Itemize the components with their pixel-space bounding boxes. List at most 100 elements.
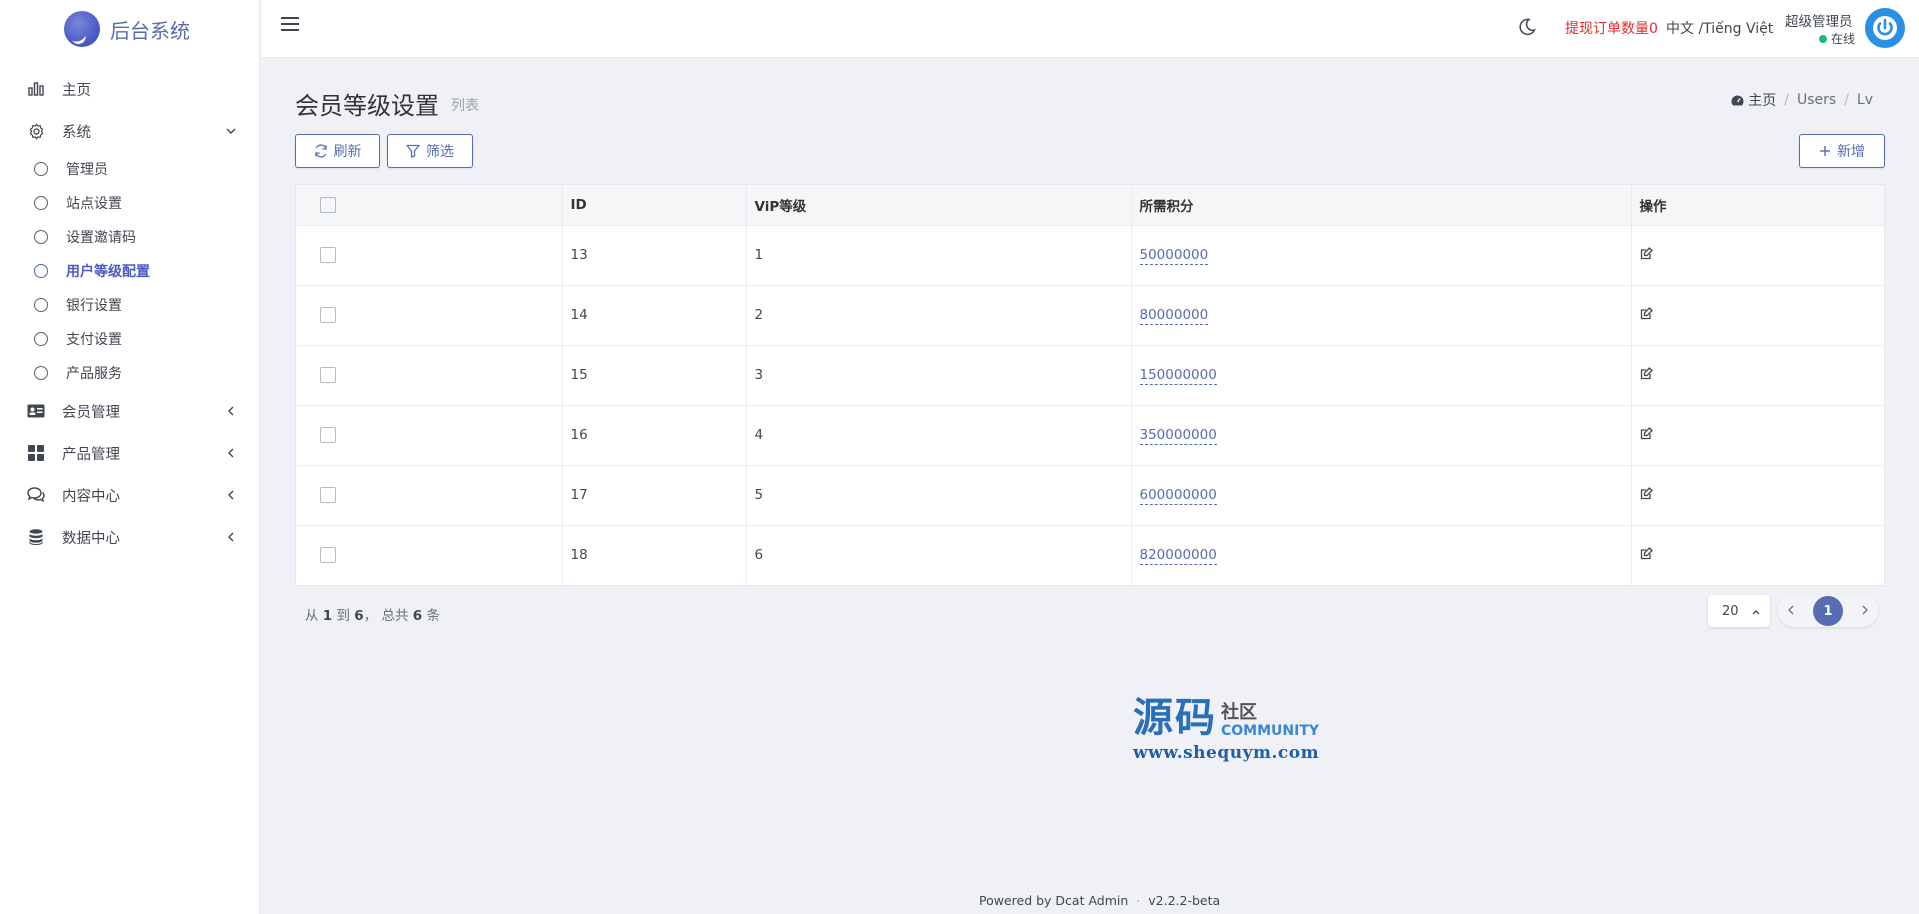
table-row[interactable]: 18 6 820000000 bbox=[296, 524, 1884, 585]
cell-id: 15 bbox=[562, 344, 747, 405]
select-all-cell bbox=[296, 185, 563, 225]
cell-id: 17 bbox=[562, 464, 747, 525]
cell-vip-level: 4 bbox=[746, 404, 1132, 465]
sidebar-subitem-payment[interactable]: 支付设置 bbox=[0, 322, 259, 356]
brand[interactable]: 后台系统 bbox=[0, 0, 259, 58]
edit-icon[interactable] bbox=[1640, 306, 1653, 324]
cell-vip-level: 5 bbox=[746, 464, 1132, 525]
row-checkbox[interactable] bbox=[320, 307, 336, 323]
dark-mode-icon[interactable] bbox=[1518, 18, 1536, 40]
table-footer: 从 1 到 6， 总共 6 条 20 1 bbox=[295, 595, 1885, 629]
gear-icon bbox=[26, 121, 46, 141]
data-table-container: ID ViP等级 所需积分 操作 13 1 50000000 14 2 80000000 1… bbox=[295, 184, 1885, 586]
cell-id: 13 bbox=[562, 224, 747, 285]
cell-id: 18 bbox=[562, 524, 747, 585]
circle-icon bbox=[34, 366, 48, 380]
sidebar-item-products[interactable]: 产品管理 bbox=[0, 432, 259, 474]
points-editable-link[interactable]: 350000000 bbox=[1139, 427, 1217, 445]
cell-actions bbox=[1631, 284, 1884, 345]
column-header-id[interactable]: ID bbox=[562, 185, 747, 225]
table-row[interactable]: 14 2 80000000 bbox=[296, 284, 1884, 345]
column-header-points[interactable]: 所需积分 bbox=[1131, 185, 1632, 225]
sidebar-subitem-site-settings[interactable]: 站点设置 bbox=[0, 186, 259, 220]
next-page-icon[interactable] bbox=[1862, 603, 1869, 619]
circle-icon bbox=[34, 332, 48, 346]
withdraw-orders-count[interactable]: 提现订单数量0 bbox=[1565, 18, 1658, 38]
points-editable-link[interactable]: 50000000 bbox=[1139, 247, 1209, 265]
language-switch[interactable]: 中文 /Tiếng Việt bbox=[1666, 18, 1773, 38]
table-row[interactable]: 17 5 600000000 bbox=[296, 464, 1884, 525]
bar-chart-icon bbox=[26, 79, 46, 99]
select-all-checkbox[interactable] bbox=[320, 196, 336, 213]
points-editable-link[interactable]: 600000000 bbox=[1139, 487, 1217, 505]
sidebar-item-members[interactable]: 会员管理 bbox=[0, 390, 259, 432]
add-new-button[interactable]: 新增 bbox=[1799, 134, 1885, 168]
edit-icon[interactable] bbox=[1640, 426, 1653, 444]
edit-icon[interactable] bbox=[1640, 366, 1653, 384]
edit-icon[interactable] bbox=[1640, 486, 1653, 504]
watermark-url: www.shequym.com bbox=[1133, 743, 1320, 763]
sidebar-subitem-product-service[interactable]: 产品服务 bbox=[0, 356, 259, 390]
row-checkbox[interactable] bbox=[320, 367, 336, 383]
sidebar: 后台系统 主页 系统 管理员 站点设置 设置邀请码 用户等级配置 银行设置 支付… bbox=[0, 0, 260, 914]
breadcrumb: 主页 / Users / Lv bbox=[1731, 90, 1873, 110]
sidebar-subitem-admins[interactable]: 管理员 bbox=[0, 152, 259, 186]
table-row[interactable]: 13 1 50000000 bbox=[296, 224, 1884, 285]
top-navbar: 提现订单数量0 中文 /Tiếng Việt 超级管理员 在线 bbox=[261, 0, 1919, 57]
chevron-left-icon bbox=[223, 403, 239, 419]
watermark-big-text: 源码 bbox=[1133, 694, 1217, 741]
powered-by-text[interactable]: Powered by Dcat Admin bbox=[979, 893, 1128, 908]
table-body: 13 1 50000000 14 2 80000000 15 3 150000000 16 4 350… bbox=[296, 224, 1884, 585]
table-row[interactable]: 16 4 350000000 bbox=[296, 404, 1884, 465]
table-row[interactable]: 15 3 150000000 bbox=[296, 344, 1884, 405]
sidebar-subitem-label: 银行设置 bbox=[66, 298, 122, 314]
row-checkbox[interactable] bbox=[320, 487, 336, 503]
per-page-select[interactable]: 20 bbox=[1708, 595, 1770, 627]
row-checkbox[interactable] bbox=[320, 427, 336, 443]
watermark-en-text: COMMUNITY bbox=[1221, 723, 1320, 739]
pagination-summary: 从 1 到 6， 总共 6 条 bbox=[305, 604, 440, 624]
row-checkbox[interactable] bbox=[320, 247, 336, 263]
menu-toggle-icon[interactable] bbox=[281, 17, 299, 33]
database-icon bbox=[26, 527, 46, 547]
cell-vip-level: 6 bbox=[746, 524, 1132, 585]
edit-icon[interactable] bbox=[1640, 246, 1653, 264]
sidebar-item-home[interactable]: 主页 bbox=[0, 68, 259, 110]
avatar[interactable] bbox=[1865, 8, 1905, 48]
cell-points: 820000000 bbox=[1131, 524, 1632, 585]
points-editable-link[interactable]: 80000000 bbox=[1139, 307, 1209, 325]
breadcrumb-home[interactable]: 主页 bbox=[1748, 90, 1776, 110]
chat-icon bbox=[26, 485, 46, 505]
refresh-button[interactable]: 刷新 bbox=[295, 134, 380, 168]
sidebar-subitem-bank[interactable]: 银行设置 bbox=[0, 288, 259, 322]
breadcrumb-users[interactable]: Users bbox=[1797, 92, 1836, 108]
sidebar-item-content[interactable]: 内容中心 bbox=[0, 474, 259, 516]
prev-page-icon[interactable] bbox=[1787, 603, 1794, 619]
sidebar-subitem-label: 设置邀请码 bbox=[66, 230, 136, 246]
edit-icon[interactable] bbox=[1640, 547, 1653, 564]
cell-actions bbox=[1631, 344, 1884, 405]
sidebar-item-data[interactable]: 数据中心 bbox=[0, 516, 259, 558]
row-checkbox[interactable] bbox=[320, 547, 336, 564]
filter-button[interactable]: 筛选 bbox=[387, 134, 473, 168]
per-page-value: 20 bbox=[1722, 603, 1739, 619]
column-header-vip-level[interactable]: ViP等级 bbox=[746, 185, 1132, 225]
online-dot-icon bbox=[1819, 34, 1827, 43]
points-editable-link[interactable]: 820000000 bbox=[1139, 547, 1217, 566]
user-name[interactable]: 超级管理员 bbox=[1785, 10, 1853, 30]
page-number-current[interactable]: 1 bbox=[1812, 596, 1843, 626]
cell-points: 350000000 bbox=[1131, 404, 1632, 465]
sidebar-item-system[interactable]: 系统 bbox=[0, 110, 259, 152]
sidebar-subitem-invite-code[interactable]: 设置邀请码 bbox=[0, 220, 259, 254]
page-header: 会员等级设置 列表 主页 / Users / Lv bbox=[295, 57, 1885, 120]
cell-vip-level: 3 bbox=[746, 344, 1132, 405]
grid-icon bbox=[26, 443, 46, 463]
sidebar-subitem-user-level[interactable]: 用户等级配置 bbox=[0, 254, 259, 288]
points-editable-link[interactable]: 150000000 bbox=[1139, 367, 1217, 385]
grid-toolbar: 刷新 筛选 新增 bbox=[295, 119, 1885, 168]
brand-name: 后台系统 bbox=[110, 18, 190, 43]
row-select-cell bbox=[296, 224, 563, 285]
row-select-cell bbox=[296, 344, 563, 405]
dashboard-icon bbox=[1731, 95, 1744, 106]
cell-actions bbox=[1631, 404, 1884, 465]
